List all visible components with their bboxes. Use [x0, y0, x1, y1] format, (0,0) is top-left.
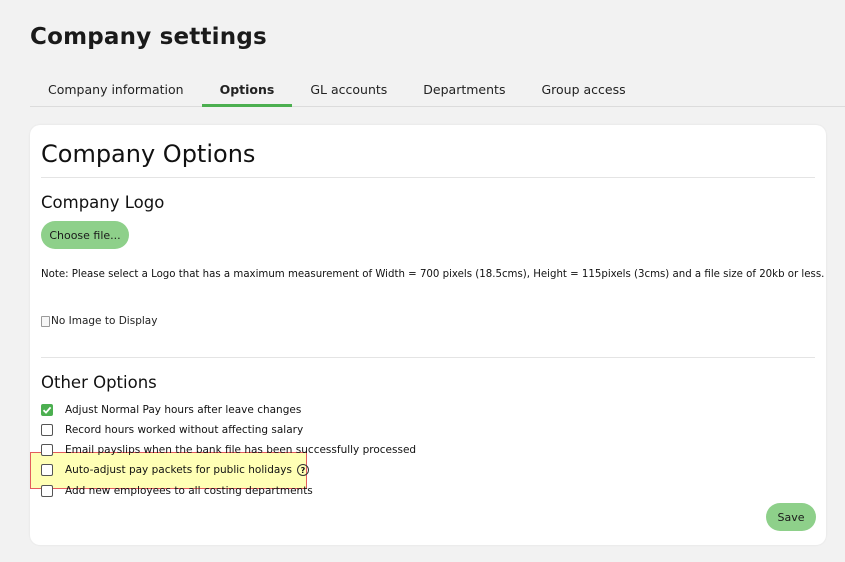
save-button[interactable]: Save [766, 503, 816, 531]
option-label: Add new employees to all costing departm… [65, 485, 313, 497]
checkbox[interactable] [41, 464, 53, 476]
checkbox[interactable] [41, 424, 53, 436]
tab-departments[interactable]: Departments [405, 78, 523, 106]
company-logo-heading: Company Logo [41, 193, 165, 212]
option-label: Record hours worked without affecting sa… [65, 424, 304, 436]
company-options-card: Company Options Company Logo Choose file… [30, 125, 826, 545]
broken-image-icon [41, 315, 50, 327]
option-adjust-normal-pay[interactable]: Adjust Normal Pay hours after leave chan… [41, 404, 301, 416]
option-label: Adjust Normal Pay hours after leave chan… [65, 404, 302, 416]
no-image-text: No Image to Display [51, 315, 158, 327]
checkbox[interactable] [41, 485, 53, 497]
logo-image-placeholder: No Image to Display [41, 315, 157, 327]
tab-group-access[interactable]: Group access [523, 78, 643, 106]
other-options-heading: Other Options [41, 373, 157, 392]
card-title: Company Options [41, 140, 256, 168]
question-circle-icon[interactable]: ? [296, 464, 309, 476]
option-label: Email payslips when the bank file has be… [65, 444, 417, 456]
check-icon [42, 406, 52, 414]
option-auto-adjust-holidays[interactable]: Auto-adjust pay packets for public holid… [41, 464, 309, 476]
page-title: Company settings [30, 24, 267, 50]
settings-tabs: Company information Options GL accounts … [30, 78, 845, 107]
tab-company-information[interactable]: Company information [30, 78, 202, 106]
tab-options[interactable]: Options [201, 78, 293, 107]
option-email-payslips[interactable]: Email payslips when the bank file has be… [41, 444, 416, 456]
option-add-new-employees[interactable]: Add new employees to all costing departm… [41, 485, 313, 497]
checkbox[interactable] [41, 444, 53, 456]
checkbox-checked[interactable] [41, 404, 53, 416]
logo-note: Note: Please select a Logo that has a ma… [41, 269, 825, 280]
option-label: Auto-adjust pay packets for public holid… [65, 464, 292, 476]
choose-file-button[interactable]: Choose file... [41, 221, 129, 249]
divider [41, 177, 815, 178]
divider [41, 357, 815, 358]
tab-gl-accounts[interactable]: GL accounts [292, 78, 405, 106]
option-record-hours[interactable]: Record hours worked without affecting sa… [41, 424, 303, 436]
